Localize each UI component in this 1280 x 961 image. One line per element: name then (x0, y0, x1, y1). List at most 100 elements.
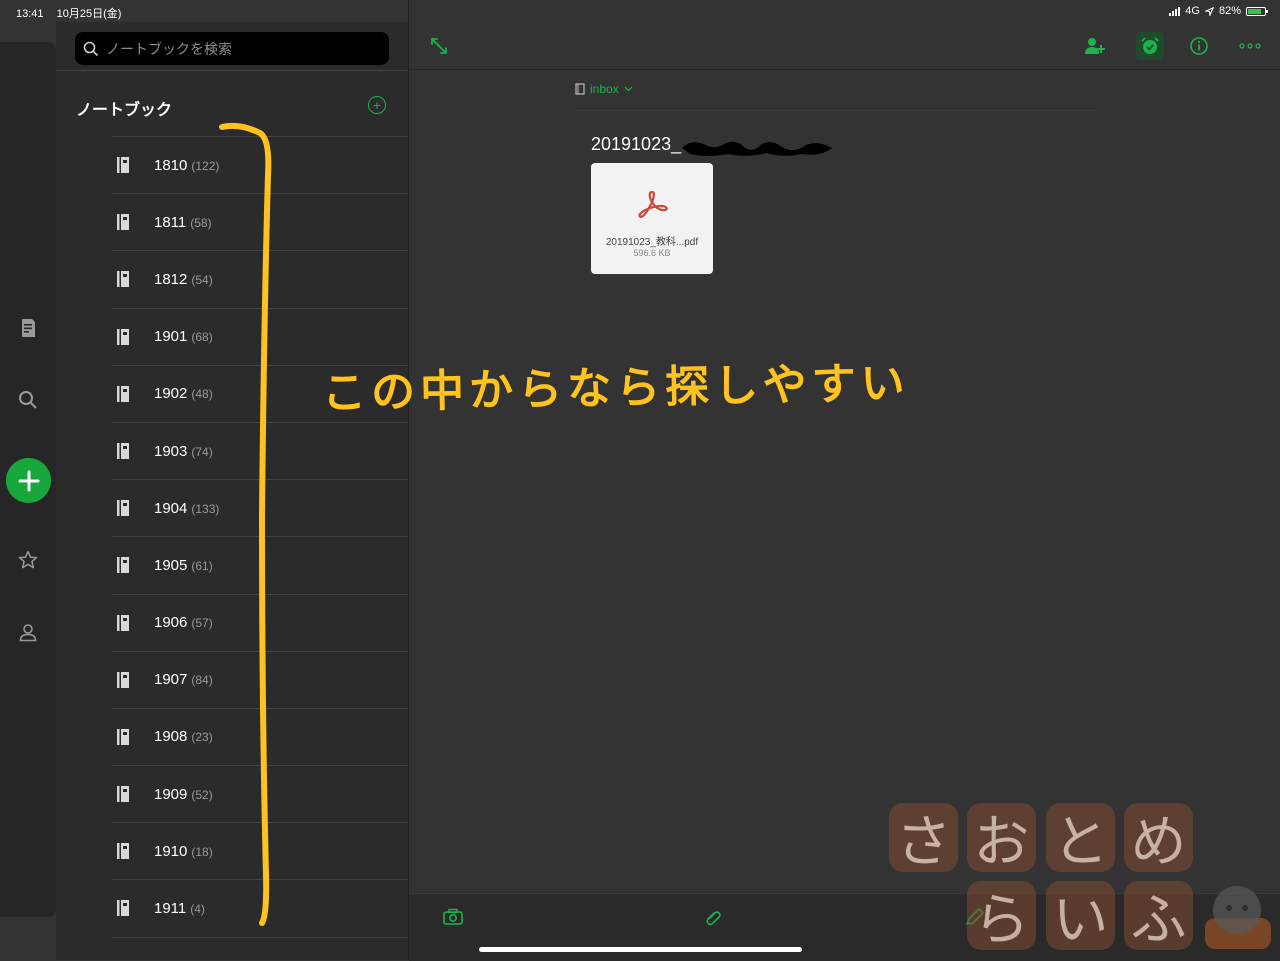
search-icon[interactable] (14, 386, 42, 414)
notebook-item-1812[interactable]: 1812 (54) (112, 251, 408, 309)
star-icon[interactable] (14, 546, 42, 574)
watermark-char: お (967, 803, 1036, 875)
notebook-count: (74) (191, 444, 213, 459)
notebook-name: 1902 (154, 385, 188, 403)
status-bar: 13:41 10月25日(金) 4G 82% (0, 0, 1280, 22)
watermark-char: め (1124, 803, 1193, 875)
notebook-panel: ノートブック + 1810(122)1811(58)1812(54)1901(6… (56, 22, 408, 960)
notebook-name: inbox (590, 82, 619, 96)
notebook-item-1909[interactable]: 1909 (52) (112, 766, 408, 824)
notebook-count: (48) (191, 387, 213, 402)
attachment-clip-icon[interactable] (701, 904, 727, 930)
divider (575, 110, 1095, 111)
notebook-item-1911[interactable]: 1911 (4) (112, 880, 408, 938)
notebook-icon (117, 614, 129, 631)
battery-icon (1246, 6, 1268, 16)
notebook-count: (54) (191, 272, 213, 287)
battery-fill (1248, 8, 1261, 14)
notes-icon[interactable] (14, 314, 42, 342)
notebook-name: 1907 (154, 671, 188, 689)
notebook-count: (4) (190, 902, 205, 917)
divider (408, 0, 409, 960)
reminder-alarm-icon[interactable] (1136, 32, 1164, 60)
add-notebook-button[interactable]: + (368, 96, 386, 114)
battery-percent: 82% (1218, 5, 1241, 17)
share-add-user-icon[interactable] (1082, 33, 1108, 59)
notebook-icon (117, 557, 129, 574)
notebook-icon (117, 900, 129, 917)
divider (56, 70, 408, 71)
watermark-char: ふ (1124, 881, 1193, 953)
watermark-char: さ (889, 803, 958, 875)
sidebar-rail (0, 42, 56, 917)
notebook-count: (57) (191, 616, 213, 631)
notebook-item-1811[interactable]: 1811 (58) (112, 194, 408, 252)
watermark-avatar-icon (1205, 886, 1271, 949)
location-icon (1204, 6, 1214, 16)
notebook-breadcrumb[interactable]: inbox (575, 82, 633, 96)
notebook-name: 1908 (154, 728, 188, 746)
status-date: 10月25日(金) (56, 8, 122, 20)
notebook-count: (61) (191, 558, 213, 573)
plus-icon (18, 470, 39, 491)
plus-icon: + (372, 97, 382, 113)
panel-title: ノートブック (76, 102, 173, 119)
notebook-name: 1811 (154, 213, 187, 231)
notebook-icon (117, 728, 129, 745)
notebook-item-1810[interactable]: 1810 (122) (112, 137, 408, 195)
attachment-filename: 20191023_教科...pdf (605, 237, 699, 248)
notebook-item-1910[interactable]: 1910 (18) (112, 823, 408, 881)
notebook-name: 1905 (154, 556, 188, 574)
notebook-name: 1906 (154, 614, 188, 632)
notebook-icon (117, 157, 129, 173)
network-label: 4G (1185, 5, 1200, 17)
notebook-icon (117, 442, 129, 459)
notebook-list: 1810 (122) 1811 (58) 1812 (54) 1901 (68) 1902 (48… (112, 137, 408, 938)
pdf-icon (638, 190, 668, 218)
attachment-size: 596.6 KB (633, 248, 671, 258)
signal-icon (1169, 6, 1181, 16)
notebook-icon (117, 385, 129, 402)
notebook-icon (117, 271, 129, 288)
notebook-search-box[interactable] (75, 32, 389, 65)
home-indicator (479, 947, 802, 952)
redaction-mark (682, 141, 832, 156)
status-time: 13:41 (16, 8, 44, 20)
notebook-name: 1909 (154, 785, 188, 803)
notebook-name: 1910 (154, 842, 188, 860)
account-icon[interactable] (14, 618, 42, 646)
notebook-name: 1904 (154, 499, 188, 517)
notebook-count: (84) (191, 673, 213, 688)
camera-icon[interactable] (440, 904, 466, 930)
watermark-char: ら (967, 881, 1036, 953)
notebook-item-1903[interactable]: 1903 (74) (112, 423, 408, 481)
note-title[interactable]: 20191023_ (591, 134, 681, 155)
expand-icon[interactable] (426, 33, 452, 59)
notebook-icon (575, 83, 585, 95)
notebook-item-1905[interactable]: 1905 (61) (112, 537, 408, 595)
notebook-count: (18) (191, 844, 213, 859)
notebook-icon (117, 500, 129, 517)
notebook-count: (58) (190, 215, 212, 230)
pdf-attachment[interactable]: 20191023_教科...pdf 596.6 KB (591, 163, 713, 274)
notebook-name: 1812 (154, 270, 188, 288)
notebook-name: 1903 (154, 442, 188, 460)
new-note-button[interactable] (6, 458, 51, 503)
notebook-icon (117, 843, 129, 860)
search-icon (83, 41, 99, 56)
notebook-count: (133) (191, 501, 220, 516)
site-watermark: さ お と め ら い ふ (889, 803, 1199, 953)
notebook-search-input[interactable] (104, 39, 368, 58)
more-options-icon[interactable] (1237, 33, 1263, 59)
notebook-name: 1911 (154, 900, 187, 918)
notebook-item-1908[interactable]: 1908 (23) (112, 709, 408, 767)
notebook-name: 1810 (154, 156, 188, 174)
watermark-char: と (1046, 803, 1115, 875)
notebook-item-1906[interactable]: 1906 (57) (112, 595, 408, 652)
notebook-item-1907[interactable]: 1907 (84) (112, 652, 408, 709)
notebook-count: (52) (191, 787, 213, 802)
notebook-item-1904[interactable]: 1904 (133) (112, 480, 408, 538)
notebook-count: (68) (191, 330, 213, 345)
info-icon[interactable] (1186, 33, 1212, 59)
notebook-icon (117, 328, 129, 345)
